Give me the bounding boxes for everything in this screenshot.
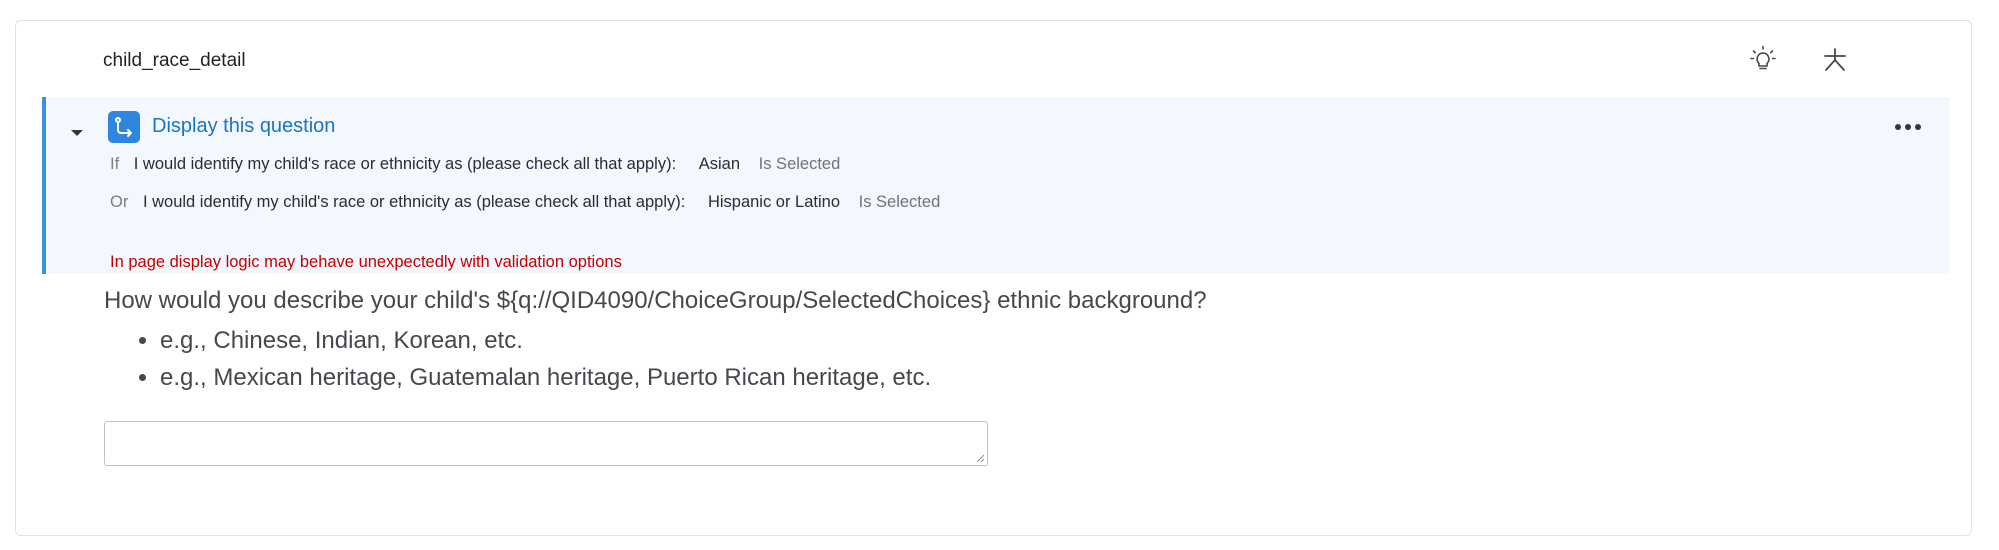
display-logic-icon <box>108 111 140 143</box>
condition-choice: Asian <box>698 155 741 173</box>
more-horizontal-icon[interactable] <box>1890 115 1926 139</box>
question-text: How would you describe your child's ${q:… <box>104 287 1207 314</box>
display-logic-title[interactable]: Display this question <box>152 115 335 138</box>
logic-condition[interactable]: If I would identify my child's race or e… <box>110 155 840 174</box>
question-id-label: child_race_detail <box>103 50 246 71</box>
condition-operator: Is Selected <box>758 155 841 173</box>
resize-handle-icon[interactable] <box>975 453 985 463</box>
logic-condition[interactable]: Or I would identify my child's race or e… <box>110 193 940 212</box>
question-toolbar <box>1747 43 1851 75</box>
condition-operator: Is Selected <box>858 193 941 211</box>
asterisk-icon[interactable] <box>1819 43 1851 75</box>
caret-down-icon[interactable] <box>68 124 86 142</box>
display-logic-panel: Display this question If I would identif… <box>42 97 1950 274</box>
condition-conjunction: Or <box>110 193 129 211</box>
answer-textarea[interactable] <box>104 421 988 466</box>
condition-question: I would identify my child's race or ethn… <box>133 155 677 173</box>
example-item: e.g., Mexican heritage, Guatemalan herit… <box>160 359 931 396</box>
question-examples: e.g., Chinese, Indian, Korean, etc. e.g.… <box>104 322 931 396</box>
condition-conjunction: If <box>110 155 120 173</box>
validation-warning: In page display logic may behave unexpec… <box>110 253 622 271</box>
condition-choice: Hispanic or Latino <box>707 193 841 211</box>
condition-question: I would identify my child's race or ethn… <box>142 193 686 211</box>
example-item: e.g., Chinese, Indian, Korean, etc. <box>160 322 931 359</box>
lightbulb-icon[interactable] <box>1747 43 1779 75</box>
